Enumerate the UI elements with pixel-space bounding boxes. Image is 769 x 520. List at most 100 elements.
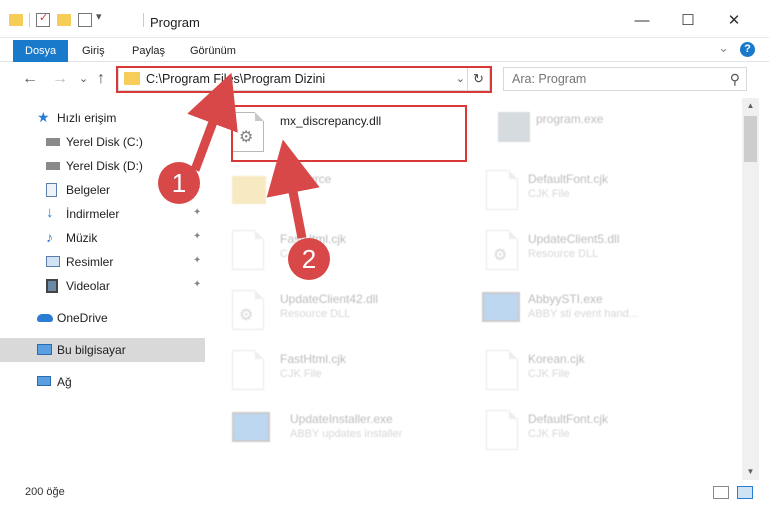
tab-file[interactable]: Dosya [13, 40, 69, 62]
scroll-up-button[interactable]: ▲ [742, 98, 759, 114]
up-button[interactable]: ↑ [97, 70, 105, 88]
search-box[interactable]: ⚲ [503, 67, 747, 91]
sidebar-item-label: Resimler [66, 255, 114, 269]
file-item-defaultfont-2[interactable]: DefaultFont.cjk CJK File [476, 404, 726, 460]
sidebar-item-quick-access[interactable]: ★ Hızlı erişim [0, 106, 205, 130]
sidebar-item-pictures[interactable]: Resimler ✦ [0, 250, 205, 274]
file-name: UpdateInstaller.exe [290, 412, 393, 426]
step-badge-2: 2 [288, 238, 330, 280]
search-icon[interactable]: ⚲ [730, 71, 740, 88]
minimize-button[interactable]: — [619, 8, 665, 34]
sidebar-item-label: İndirmeler [66, 207, 120, 221]
file-icon [486, 170, 518, 210]
dll-icon: ⚙ [232, 290, 264, 330]
file-name: Korean.cjk [528, 352, 585, 366]
file-item-updateclient5[interactable]: ⚙ UpdateClient5.dll Resource DLL [476, 224, 726, 280]
sidebar-item-network[interactable]: Ağ [0, 370, 205, 394]
file-icon [486, 350, 518, 390]
file-item-korean[interactable]: Korean.cjk CJK File [476, 344, 726, 400]
item-count: 200 öğe [25, 486, 65, 498]
step-badge-1: 1 [158, 162, 200, 204]
title-bar: ✓ ▾ Program — ☐ ✕ [0, 0, 769, 38]
vertical-scrollbar[interactable]: ▲ ▼ [742, 98, 759, 480]
pin-icon[interactable]: ✦ [193, 207, 201, 218]
file-name: FastHtml.cjk [280, 352, 346, 366]
file-item-updateinstaller[interactable]: UpdateInstaller.exe ABBY updates install… [210, 404, 460, 460]
file-icon [486, 410, 518, 450]
exe-icon [232, 412, 270, 442]
file-type: Resource DLL [280, 308, 351, 320]
exe-icon [498, 112, 530, 142]
sidebar-item-this-pc[interactable]: Bu bilgisayar [0, 338, 205, 362]
file-type: CJK File [528, 188, 570, 200]
pin-icon[interactable]: ✦ [193, 279, 201, 290]
computer-icon [37, 344, 52, 355]
separator [29, 13, 30, 27]
recent-locations-button[interactable]: ⌄ [79, 72, 88, 85]
pictures-icon [46, 256, 60, 267]
file-name: UpdateClient42.dll [280, 292, 379, 306]
sidebar-item-downloads[interactable]: ↓ İndirmeler ✦ [0, 202, 205, 226]
file-name: DefaultFont.cjk [528, 172, 609, 186]
file-name: program.exe [536, 112, 604, 126]
sidebar-item-label: Ağ [57, 375, 72, 389]
sidebar-item-onedrive[interactable]: OneDrive [0, 306, 205, 330]
close-button[interactable]: ✕ [711, 8, 757, 34]
large-icons-view-button[interactable] [737, 486, 753, 499]
star-icon: ★ [37, 109, 50, 125]
folder-icon [9, 14, 23, 26]
tab-home[interactable]: Giriş [70, 40, 117, 62]
file-icon [232, 230, 264, 270]
ribbon: Dosya Giriş Paylaş Görünüm ⌄ ? [0, 38, 769, 62]
customize-toolbar-icon[interactable] [78, 13, 92, 27]
video-icon [46, 279, 58, 293]
file-item-abbyysti[interactable]: AbbyySTI.exe ABBY sti event hand... [476, 284, 726, 340]
sidebar-item-local-disk-c[interactable]: Yerel Disk (C:) [0, 130, 205, 154]
documents-icon [46, 183, 57, 197]
pin-icon[interactable]: ✦ [193, 255, 201, 266]
drive-icon [46, 162, 60, 170]
file-item-updateclient42[interactable]: ⚙ UpdateClient42.dll Resource DLL [210, 284, 460, 340]
pin-icon[interactable]: ✦ [193, 231, 201, 242]
scroll-down-button[interactable]: ▼ [742, 464, 759, 480]
sidebar-item-label: OneDrive [57, 311, 108, 325]
sidebar-item-music[interactable]: ♪ Müzik ✦ [0, 226, 205, 250]
sidebar-item-videos[interactable]: Videolar ✦ [0, 274, 205, 298]
navigation-pane: ★ Hızlı erişim Yerel Disk (C:) Yerel Dis… [0, 104, 210, 480]
sidebar-item-label: Müzik [66, 231, 98, 245]
forward-button[interactable]: → [52, 70, 68, 88]
chevron-down-icon[interactable]: ▾ [96, 10, 102, 23]
file-name: UpdateClient5.dll [528, 232, 620, 246]
sidebar-item-label: Hızlı erişim [57, 111, 117, 125]
file-type: CJK File [528, 428, 570, 440]
maximize-button[interactable]: ☐ [665, 8, 711, 34]
file-item-resource[interactable]: Resource [210, 164, 460, 220]
address-highlight-box [116, 66, 492, 93]
tab-share[interactable]: Paylaş [120, 40, 177, 62]
file-item-program-exe[interactable]: program.exe [476, 104, 726, 160]
tab-view[interactable]: Görünüm [178, 40, 248, 62]
file-type: CJK File [528, 368, 570, 380]
search-input[interactable] [512, 72, 722, 86]
sidebar-item-label: Videolar [66, 279, 110, 293]
file-item-fasthtml[interactable]: FastHtml.cjk CJK File [210, 224, 460, 280]
file-item-fasthtml-2[interactable]: FastHtml.cjk CJK File [210, 344, 460, 400]
back-button[interactable]: ← [22, 70, 38, 88]
file-highlight-box [231, 105, 467, 162]
download-icon: ↓ [46, 204, 54, 221]
cloud-icon [37, 314, 53, 322]
details-view-button[interactable] [713, 486, 729, 499]
drive-icon [46, 138, 60, 146]
sidebar-item-label: Bu bilgisayar [57, 343, 126, 357]
new-folder-icon[interactable] [57, 14, 71, 26]
scroll-thumb[interactable] [744, 116, 757, 162]
sidebar-item-label: Yerel Disk (C:) [66, 135, 143, 149]
sidebar-item-label: Yerel Disk (D:) [66, 159, 143, 173]
help-icon[interactable]: ? [740, 42, 755, 57]
file-type: ABBY updates installer [290, 428, 403, 440]
separator [143, 13, 144, 27]
ribbon-collapse-icon[interactable]: ⌄ [718, 40, 729, 56]
properties-icon[interactable]: ✓ [36, 12, 50, 27]
folder-icon [232, 176, 266, 204]
file-item-defaultfont[interactable]: DefaultFont.cjk CJK File [476, 164, 726, 220]
